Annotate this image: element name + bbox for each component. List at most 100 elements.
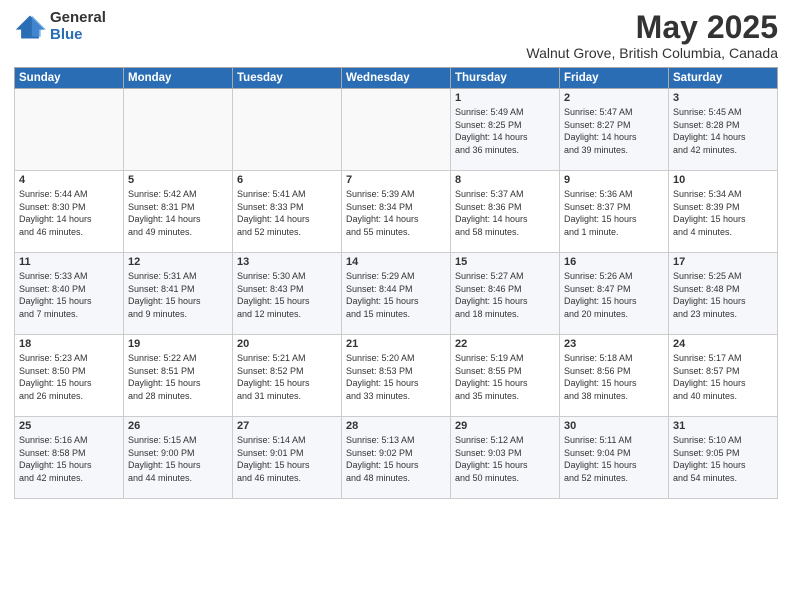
logo-blue-text: Blue — [50, 27, 106, 44]
day-number: 13 — [237, 256, 337, 268]
day-number: 4 — [19, 174, 119, 186]
logo-icon — [14, 13, 46, 41]
day-info: Sunrise: 5:13 AM Sunset: 9:02 PM Dayligh… — [346, 434, 446, 484]
calendar-cell: 18 Sunrise: 5:23 AM Sunset: 8:50 PM Dayli… — [15, 335, 124, 417]
page: General Blue May 2025 Walnut Grove, Brit… — [0, 0, 792, 612]
calendar-cell: 8 Sunrise: 5:37 AM Sunset: 8:36 PM Daylig… — [451, 171, 560, 253]
logo-general-text: General — [50, 10, 106, 27]
day-number: 12 — [128, 256, 228, 268]
col-monday: Monday — [124, 68, 233, 89]
day-info: Sunrise: 5:30 AM Sunset: 8:43 PM Dayligh… — [237, 270, 337, 320]
day-info: Sunrise: 5:15 AM Sunset: 9:00 PM Dayligh… — [128, 434, 228, 484]
col-wednesday: Wednesday — [342, 68, 451, 89]
day-number: 28 — [346, 420, 446, 432]
day-number: 10 — [673, 174, 773, 186]
day-number: 16 — [564, 256, 664, 268]
calendar-cell: 14Sunrise: 5:29 AM Sunset: 8:44 PM Dayli… — [342, 253, 451, 335]
calendar-cell: 24Sunrise: 5:17 AM Sunset: 8:57 PM Dayli… — [669, 335, 778, 417]
calendar-cell: 15Sunrise: 5:27 AM Sunset: 8:46 PM Dayli… — [451, 253, 560, 335]
day-number: 14 — [346, 256, 446, 268]
day-info: Sunrise: 5:12 AM Sunset: 9:03 PM Dayligh… — [455, 434, 555, 484]
day-number: 26 — [128, 420, 228, 432]
calendar-cell: 27Sunrise: 5:14 AM Sunset: 9:01 PM Dayli… — [233, 417, 342, 499]
day-info: Sunrise: 5:23 AM Sunset: 8:50 PM Dayligh… — [19, 352, 119, 402]
calendar-cell — [342, 89, 451, 171]
day-number: 24 — [673, 338, 773, 350]
day-info: Sunrise: 5:10 AM Sunset: 9:05 PM Dayligh… — [673, 434, 773, 484]
day-info: Sunrise: 5:25 AM Sunset: 8:48 PM Dayligh… — [673, 270, 773, 320]
day-number: 29 — [455, 420, 555, 432]
day-number: 2 — [564, 92, 664, 104]
calendar-cell: 19 Sunrise: 5:22 AM Sunset: 8:51 PM Dayli… — [124, 335, 233, 417]
day-number: 23 — [564, 338, 664, 350]
day-number: 5 — [128, 174, 228, 186]
calendar-cell: 31Sunrise: 5:10 AM Sunset: 9:05 PM Dayli… — [669, 417, 778, 499]
day-number: 22 — [455, 338, 555, 350]
day-number: 20 — [237, 338, 337, 350]
day-number: 8 — [455, 174, 555, 186]
day-number: 19 — [128, 338, 228, 350]
day-number: 11 — [19, 256, 119, 268]
day-number: 30 — [564, 420, 664, 432]
day-info: Sunrise: 5:45 AM Sunset: 8:28 PM Dayligh… — [673, 106, 773, 156]
logo: General Blue — [14, 10, 106, 43]
day-number: 7 — [346, 174, 446, 186]
calendar-cell: 1 Sunrise: 5:49 AM Sunset: 8:25 PM Daylig… — [451, 89, 560, 171]
week-row-4: 18 Sunrise: 5:23 AM Sunset: 8:50 PM Dayli… — [15, 335, 778, 417]
day-info: Sunrise: 5:44 AM Sunset: 8:30 PM Dayligh… — [19, 188, 119, 238]
calendar-cell: 22 Sunrise: 5:19 AM Sunset: 8:55 PM Dayli… — [451, 335, 560, 417]
calendar-cell: 29 Sunrise: 5:12 AM Sunset: 9:03 PM Dayli… — [451, 417, 560, 499]
calendar-cell — [233, 89, 342, 171]
calendar-cell: 3Sunrise: 5:45 AM Sunset: 8:28 PM Daylig… — [669, 89, 778, 171]
week-row-5: 25Sunrise: 5:16 AM Sunset: 8:58 PM Dayli… — [15, 417, 778, 499]
day-info: Sunrise: 5:22 AM Sunset: 8:51 PM Dayligh… — [128, 352, 228, 402]
col-sunday: Sunday — [15, 68, 124, 89]
day-info: Sunrise: 5:11 AM Sunset: 9:04 PM Dayligh… — [564, 434, 664, 484]
week-row-1: 1 Sunrise: 5:49 AM Sunset: 8:25 PM Daylig… — [15, 89, 778, 171]
calendar-cell: 17 Sunrise: 5:25 AM Sunset: 8:48 PM Dayli… — [669, 253, 778, 335]
day-info: Sunrise: 5:31 AM Sunset: 8:41 PM Dayligh… — [128, 270, 228, 320]
day-number: 6 — [237, 174, 337, 186]
day-info: Sunrise: 5:36 AM Sunset: 8:37 PM Dayligh… — [564, 188, 664, 238]
day-info: Sunrise: 5:37 AM Sunset: 8:36 PM Dayligh… — [455, 188, 555, 238]
calendar-header-row: Sunday Monday Tuesday Wednesday Thursday… — [15, 68, 778, 89]
day-info: Sunrise: 5:34 AM Sunset: 8:39 PM Dayligh… — [673, 188, 773, 238]
col-thursday: Thursday — [451, 68, 560, 89]
week-row-3: 11 Sunrise: 5:33 AM Sunset: 8:40 PM Dayli… — [15, 253, 778, 335]
calendar-cell: 7 Sunrise: 5:39 AM Sunset: 8:34 PM Daylig… — [342, 171, 451, 253]
day-info: Sunrise: 5:14 AM Sunset: 9:01 PM Dayligh… — [237, 434, 337, 484]
logo-text: General Blue — [50, 10, 106, 43]
day-number: 25 — [19, 420, 119, 432]
col-saturday: Saturday — [669, 68, 778, 89]
calendar-cell: 28 Sunrise: 5:13 AM Sunset: 9:02 PM Dayli… — [342, 417, 451, 499]
calendar-cell: 6Sunrise: 5:41 AM Sunset: 8:33 PM Daylig… — [233, 171, 342, 253]
calendar-cell: 16 Sunrise: 5:26 AM Sunset: 8:47 PM Dayli… — [560, 253, 669, 335]
col-friday: Friday — [560, 68, 669, 89]
calendar-cell: 21Sunrise: 5:20 AM Sunset: 8:53 PM Dayli… — [342, 335, 451, 417]
col-tuesday: Tuesday — [233, 68, 342, 89]
week-row-2: 4 Sunrise: 5:44 AM Sunset: 8:30 PM Daylig… — [15, 171, 778, 253]
day-number: 1 — [455, 92, 555, 104]
day-info: Sunrise: 5:49 AM Sunset: 8:25 PM Dayligh… — [455, 106, 555, 156]
calendar-cell: 2 Sunrise: 5:47 AM Sunset: 8:27 PM Daylig… — [560, 89, 669, 171]
calendar: Sunday Monday Tuesday Wednesday Thursday… — [14, 67, 778, 499]
calendar-cell: 25Sunrise: 5:16 AM Sunset: 8:58 PM Dayli… — [15, 417, 124, 499]
day-info: Sunrise: 5:18 AM Sunset: 8:56 PM Dayligh… — [564, 352, 664, 402]
day-info: Sunrise: 5:47 AM Sunset: 8:27 PM Dayligh… — [564, 106, 664, 156]
calendar-cell: 11 Sunrise: 5:33 AM Sunset: 8:40 PM Dayli… — [15, 253, 124, 335]
calendar-cell: 4 Sunrise: 5:44 AM Sunset: 8:30 PM Daylig… — [15, 171, 124, 253]
day-number: 18 — [19, 338, 119, 350]
day-info: Sunrise: 5:39 AM Sunset: 8:34 PM Dayligh… — [346, 188, 446, 238]
day-number: 15 — [455, 256, 555, 268]
calendar-cell: 13 Sunrise: 5:30 AM Sunset: 8:43 PM Dayli… — [233, 253, 342, 335]
day-info: Sunrise: 5:33 AM Sunset: 8:40 PM Dayligh… — [19, 270, 119, 320]
day-info: Sunrise: 5:26 AM Sunset: 8:47 PM Dayligh… — [564, 270, 664, 320]
title-block: May 2025 Walnut Grove, British Columbia,… — [526, 10, 778, 61]
day-info: Sunrise: 5:42 AM Sunset: 8:31 PM Dayligh… — [128, 188, 228, 238]
day-info: Sunrise: 5:19 AM Sunset: 8:55 PM Dayligh… — [455, 352, 555, 402]
calendar-cell: 9Sunrise: 5:36 AM Sunset: 8:37 PM Daylig… — [560, 171, 669, 253]
header: General Blue May 2025 Walnut Grove, Brit… — [14, 10, 778, 61]
calendar-cell — [15, 89, 124, 171]
calendar-cell: 30 Sunrise: 5:11 AM Sunset: 9:04 PM Dayli… — [560, 417, 669, 499]
day-number: 17 — [673, 256, 773, 268]
